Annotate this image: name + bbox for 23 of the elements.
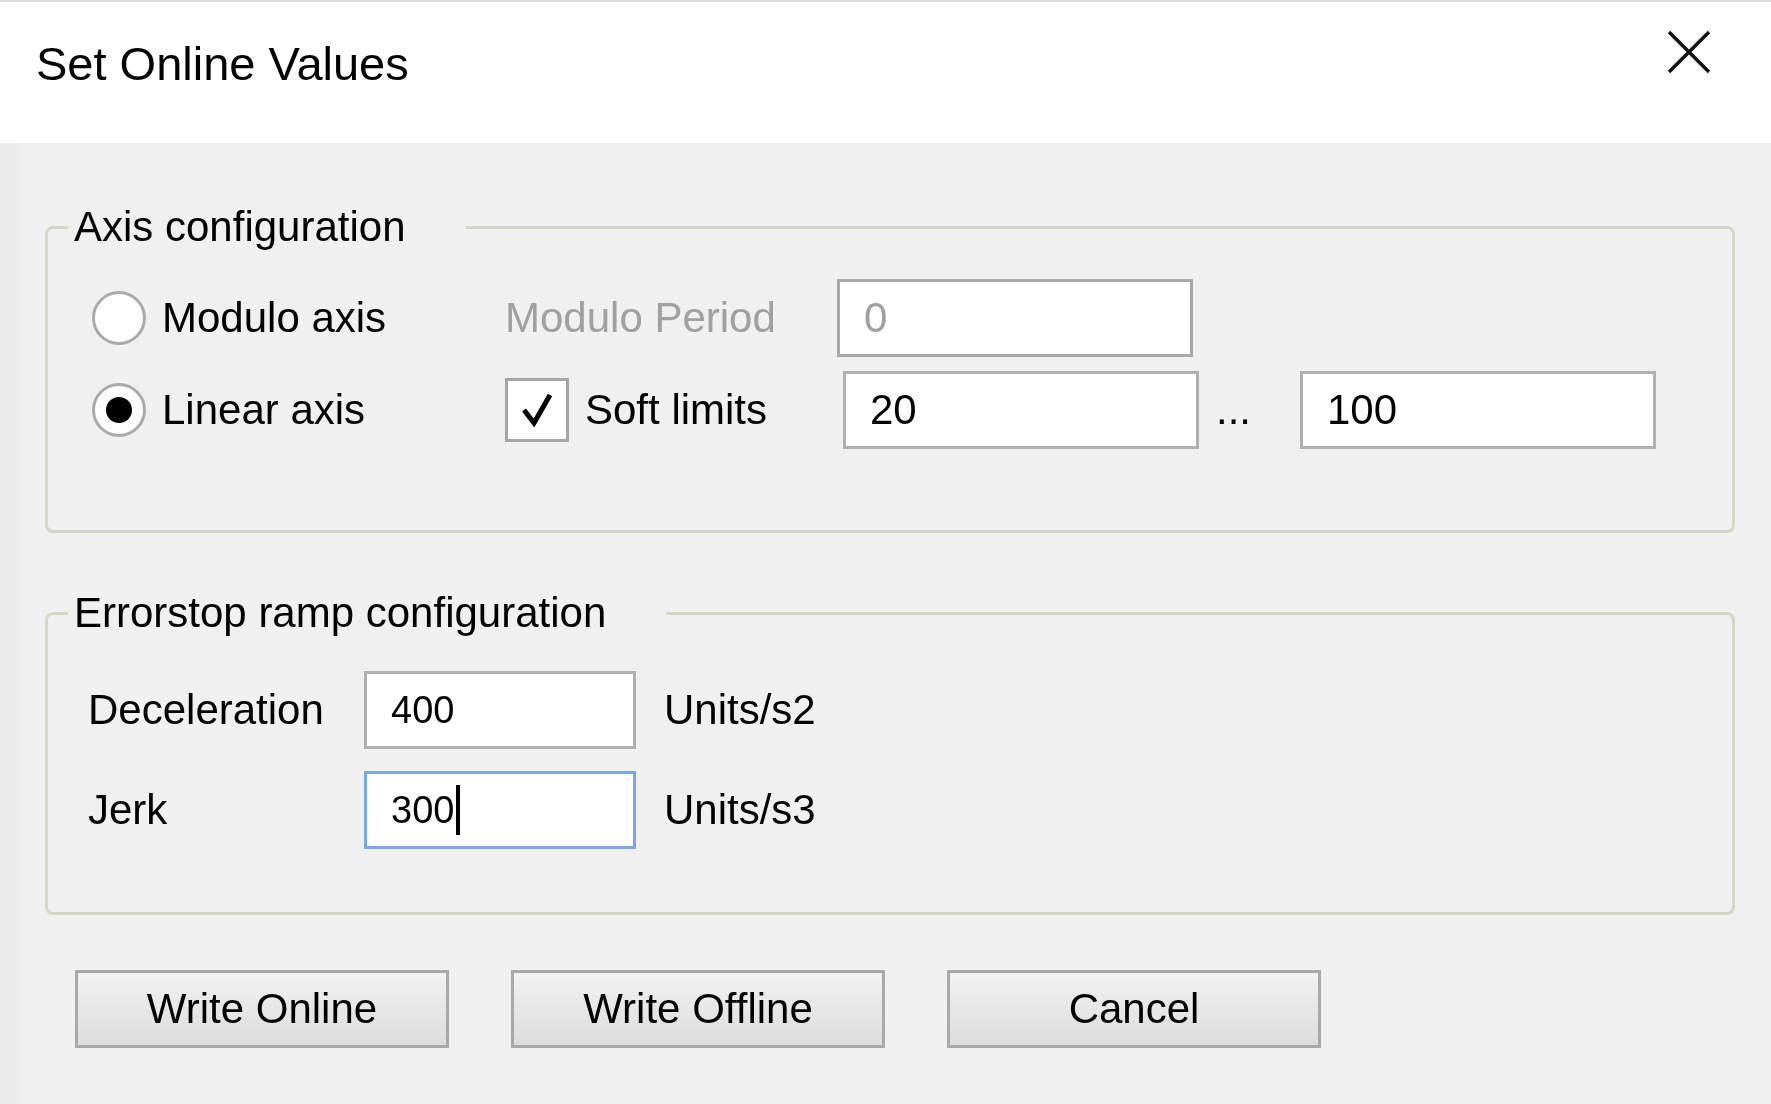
radio-label: Modulo axis [162,294,387,342]
radio-button[interactable] [92,291,146,345]
input-field[interactable]: 300 [364,771,636,849]
input-field[interactable]: 100 [1300,371,1656,449]
dialog-button[interactable]: Cancel [947,970,1321,1048]
dialog-button[interactable]: Write Offline [511,970,885,1048]
checkbox-label: Soft limits [585,386,768,434]
checkbox[interactable] [505,378,569,442]
radio-button[interactable] [92,383,146,437]
dialog-button[interactable]: Write Online [75,970,449,1048]
close-icon[interactable] [1667,30,1711,74]
unit-label: Units/s2 [664,686,817,734]
window-title: Set Online Values [36,36,409,91]
field-label: Deceleration [88,686,325,734]
field-label: Modulo Period [505,294,777,342]
radio-label: Linear axis [162,386,366,434]
input-field[interactable]: 400 [364,671,636,749]
input-field[interactable]: 20 [843,371,1199,449]
field-label: Jerk [88,786,169,834]
range-separator: ... [1215,386,1252,434]
unit-label: Units/s3 [664,786,817,834]
group-title: Errorstop ramp configuration [73,589,608,637]
group-title: Axis configuration [73,203,407,251]
